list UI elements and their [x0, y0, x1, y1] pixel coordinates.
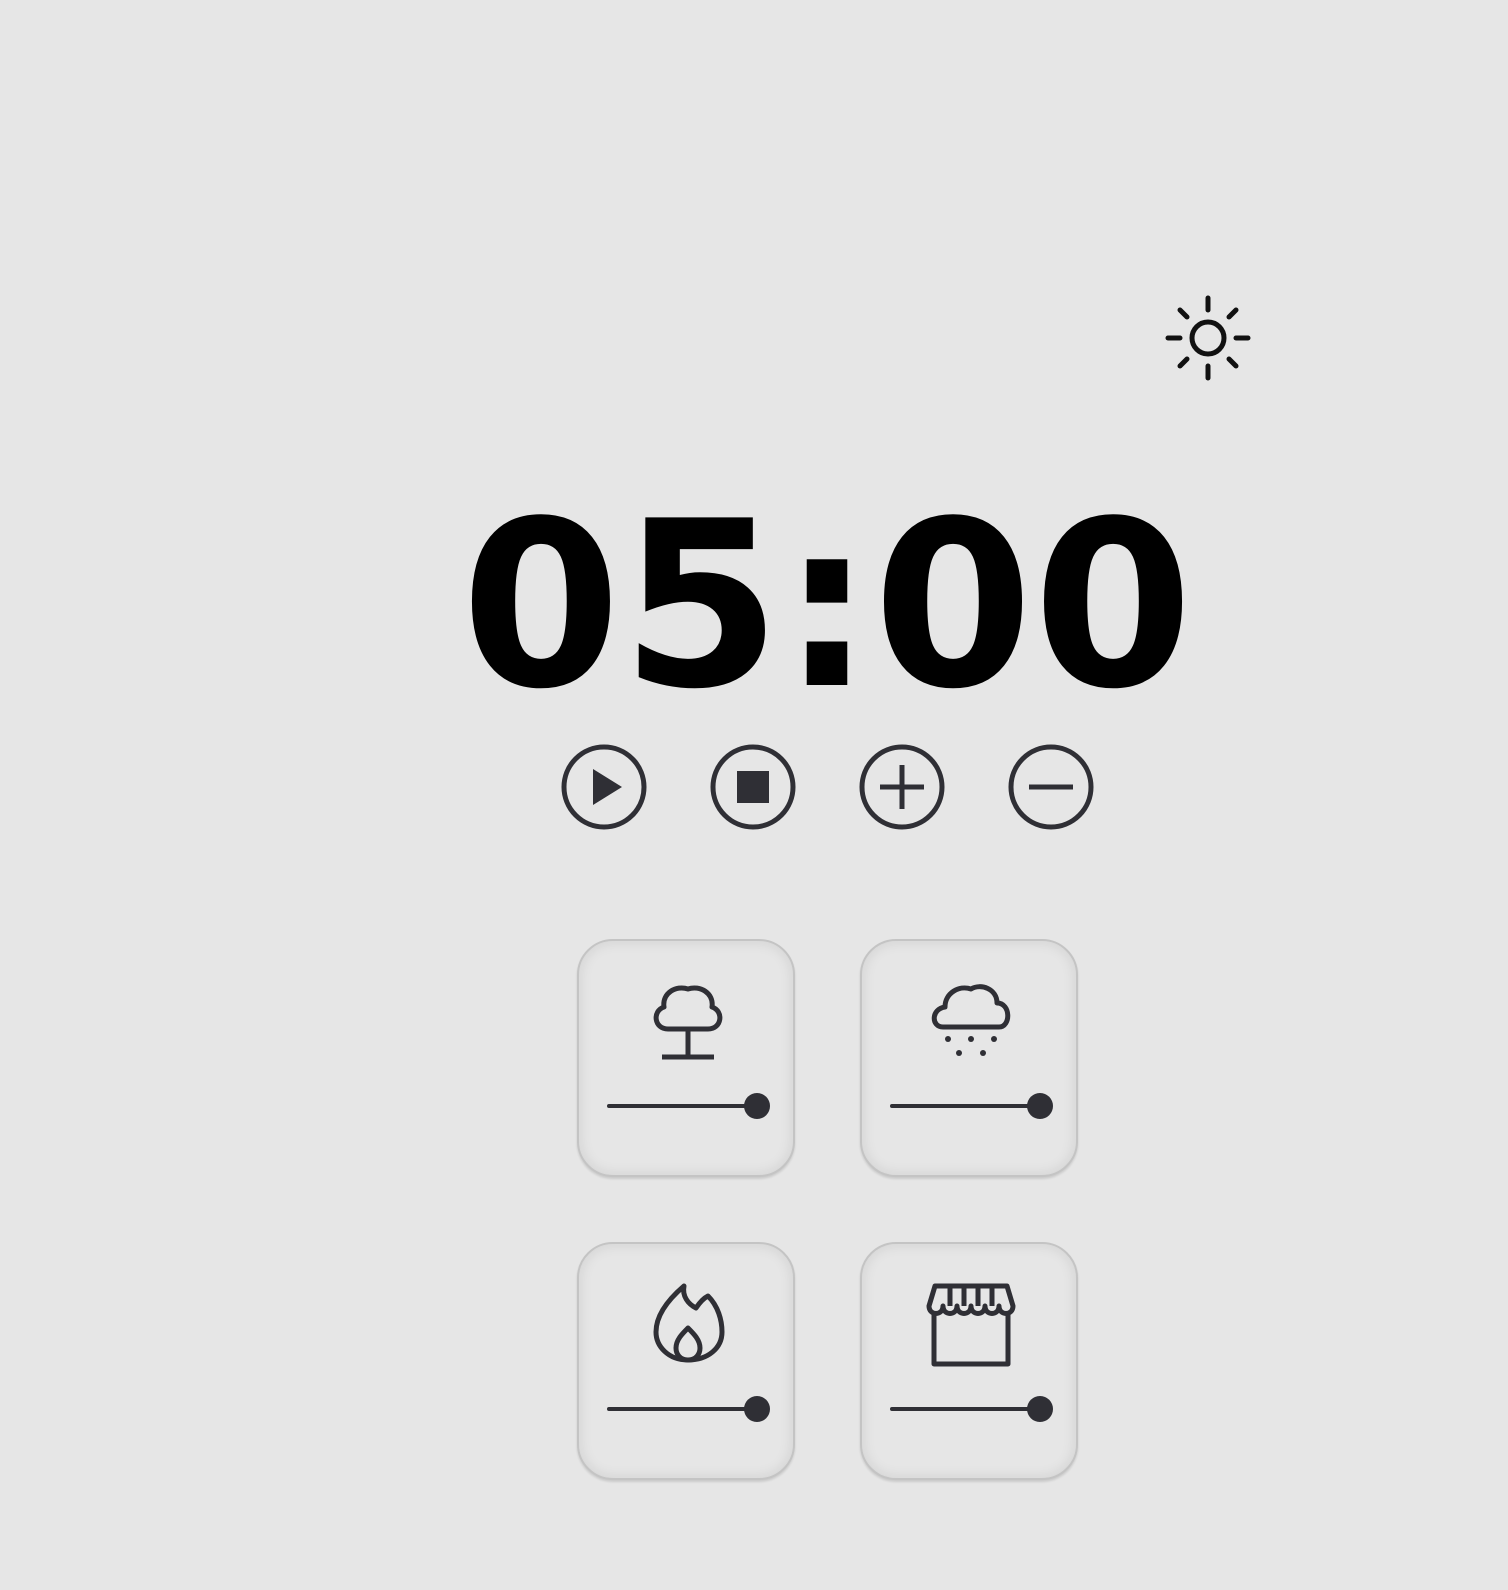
timer-controls	[560, 743, 1100, 833]
sun-icon	[1165, 295, 1251, 381]
storefront-icon	[926, 1283, 1016, 1367]
volume-slider-fireplace[interactable]	[607, 1394, 772, 1424]
sound-card-fireplace	[577, 1242, 795, 1480]
slider-track	[607, 1104, 755, 1108]
play-icon	[561, 744, 647, 830]
tree-icon	[653, 985, 723, 1060]
flame-icon	[653, 1283, 725, 1363]
theme-toggle-button[interactable]	[1160, 290, 1256, 386]
rain-cloud-icon	[931, 984, 1011, 1056]
stop-button[interactable]	[709, 743, 797, 831]
slider-thumb[interactable]	[744, 1093, 770, 1119]
increase-time-button[interactable]	[858, 743, 946, 831]
plus-icon	[859, 744, 945, 830]
slider-track	[890, 1407, 1038, 1411]
sound-card-forest	[577, 939, 795, 1177]
play-button[interactable]	[560, 743, 648, 831]
volume-slider-rain[interactable]	[890, 1091, 1055, 1121]
slider-thumb[interactable]	[1027, 1093, 1053, 1119]
minus-icon	[1008, 744, 1094, 830]
timer-display: 05:00	[460, 473, 1194, 740]
slider-thumb[interactable]	[1027, 1396, 1053, 1422]
decrease-time-button[interactable]	[1007, 743, 1095, 831]
volume-slider-coffee-shop[interactable]	[890, 1394, 1055, 1424]
slider-track	[890, 1104, 1038, 1108]
slider-track	[607, 1407, 755, 1411]
volume-slider-forest[interactable]	[607, 1091, 772, 1121]
sound-card-coffee-shop	[860, 1242, 1078, 1480]
stop-icon	[710, 744, 796, 830]
sound-card-rain	[860, 939, 1078, 1177]
slider-thumb[interactable]	[744, 1396, 770, 1422]
